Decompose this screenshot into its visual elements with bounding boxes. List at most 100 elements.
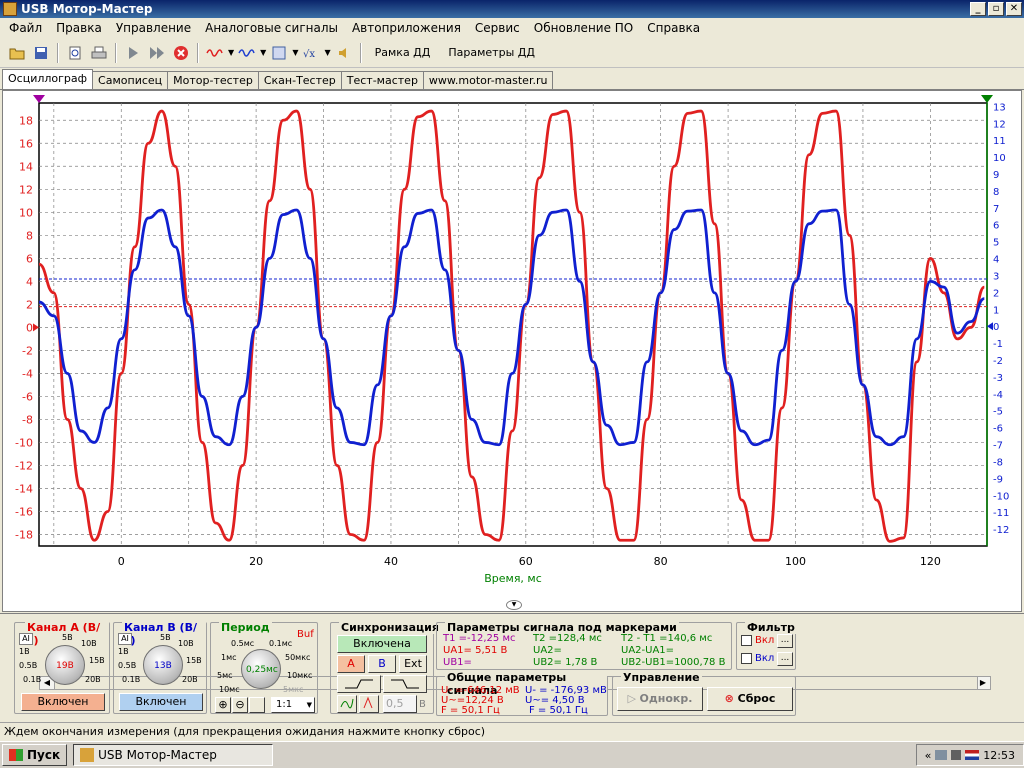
menu-analog[interactable]: Аналоговые сигналы [198,21,345,35]
taskbar-app-item[interactable]: USB Мотор-Мастер [73,744,274,766]
knob-a-tick: 10В [81,639,97,648]
knob-b-tick: 15В [186,656,202,665]
oscilloscope-chart: 181614121086420-2-4-6-8-10-12-14-16-1813… [15,95,1009,585]
sound-icon[interactable] [333,42,355,64]
b-freq-value: F = 50,1 Гц [529,705,588,716]
network-icon[interactable] [935,750,948,760]
windows-logo-icon [9,749,23,761]
oscilloscope-view: 18 16 14 12 10 8 6 4 2 0 -2 -4 -6 -8 -10 -12 -14 -16 -18 13… [2,90,1022,690]
tray-expand-icon[interactable]: « [925,749,932,762]
ua2-value: UA2= [533,645,562,656]
single-shot-button[interactable]: ▷ Однокр. [617,687,703,711]
reset-button[interactable]: ⊗ Сброс [707,687,793,711]
period-tick: 5мс [217,671,233,680]
right-tick-label: 10 [993,153,1006,164]
reset-icon: ⊗ [724,692,738,705]
start-button[interactable]: Пуск [2,744,68,766]
channel-b-enable-button[interactable]: Включен [119,693,203,711]
menu-update[interactable]: Обновление ПО [527,21,640,35]
left-tick-label: 18 [19,114,33,127]
tab-scan-tester[interactable]: Скан-Тестер [257,71,342,89]
period-tick: 0.1мс [269,639,293,648]
period-value: 0,25мс [246,665,278,675]
tab-recorder[interactable]: Самописец [92,71,169,89]
left-tick-label: -18 [15,528,33,541]
filter-title: Фильтр [745,621,797,634]
t1-value: T1 =-12,25 мс [443,633,516,644]
right-tick-label: -5 [993,407,1003,418]
params-dd-button[interactable]: Параметры ДД [440,46,543,59]
zoom-in-icon[interactable]: ⊕ [215,697,231,713]
sync-enable-button[interactable]: Включена [337,635,427,653]
menu-control[interactable]: Управление [109,21,198,35]
play-icon[interactable] [122,42,144,64]
sync-title: Синхронизация [339,621,441,634]
left-tick-label: 16 [19,137,33,150]
control-panel: Канал А (В/э) AI 5В 10В 15В 20В 0.5В 1В … [0,613,1024,721]
right-tick-label: 1 [993,305,999,316]
sync-mode-2-icon[interactable] [359,695,379,713]
left-tick-label: 8 [26,229,33,242]
right-tick-label: -1 [993,339,1003,350]
period-tick: 0.5мс [231,639,255,648]
control-group: Управление ▷ Однокр. ⊗ Сброс [612,671,796,716]
tab-motor-tester[interactable]: Мотор-тестер [167,71,259,89]
menu-help[interactable]: Справка [640,21,707,35]
x-tick-label: 80 [654,555,668,568]
sync-source-b-button[interactable]: B [368,655,396,673]
signal-b-icon[interactable] [236,42,258,64]
sync-level-input[interactable]: 0,5 [383,695,417,713]
flag-icon[interactable] [965,750,980,760]
filter-b-settings-button[interactable]: ... [777,652,793,666]
channel-a-ai-button[interactable]: AI [19,633,33,645]
zero-marker-b-icon [987,322,993,331]
minimize-button[interactable]: _ [970,2,986,16]
channel-b-ai-button[interactable]: AI [118,633,132,645]
falling-edge-icon[interactable] [383,675,427,693]
fast-forward-icon[interactable] [146,42,168,64]
sync-source-a-button[interactable]: A [337,655,365,673]
filter-a-settings-button[interactable]: ... [777,634,793,648]
frame-dd-button[interactable]: Рамка ДД [367,46,439,59]
channel-a-enable-button[interactable]: Включен [21,693,105,711]
print-icon[interactable] [88,42,110,64]
period-tick: 10мс [219,685,240,694]
menu-autoapps[interactable]: Автоприложения [345,21,468,35]
print-preview-icon[interactable] [64,42,86,64]
volume-icon[interactable] [951,750,962,760]
right-tick-label: -4 [993,390,1003,401]
zoom-out-icon[interactable]: ⊖ [232,697,248,713]
left-tick-label: 2 [26,298,33,311]
filter-b-checkbox[interactable] [741,653,752,664]
knob-a-tick: 1В [19,647,30,656]
menu-file[interactable]: Файл [2,21,49,35]
tab-test-master[interactable]: Тест-мастер [340,71,424,89]
marker-t2-icon [981,95,993,103]
right-tick-label: -8 [993,457,1003,468]
sync-source-ext-button[interactable]: Ext [399,655,427,673]
knob-a-tick: 5В [62,633,73,642]
x-tick-label: 20 [249,555,263,568]
right-tick-label: -6 [993,424,1003,435]
open-folder-icon[interactable] [6,42,28,64]
save-icon[interactable] [30,42,52,64]
page-icon[interactable] [249,697,265,713]
menu-service[interactable]: Сервис [468,21,527,35]
tab-website[interactable]: www.motor-master.ru [422,71,554,89]
knob-a-tick: 15В [89,656,105,665]
plot-area [38,102,988,547]
math-function-icon[interactable]: √x [300,42,322,64]
menu-edit[interactable]: Правка [49,21,109,35]
zoom-ratio-select[interactable]: 1:1 ▼ [271,697,315,713]
rising-edge-icon[interactable] [337,675,381,693]
sync-mode-icon[interactable] [337,695,357,713]
dua-value: UA2-UA1= [621,645,675,656]
close-button[interactable]: ✕ [1006,2,1022,16]
calculator-icon[interactable] [268,42,290,64]
maximize-button[interactable]: ▫ [988,2,1004,16]
signal-a-icon[interactable] [204,42,226,64]
filter-a-checkbox[interactable] [741,635,752,646]
tab-oscilloscope[interactable]: Осциллограф [2,69,94,89]
collapse-panel-icon[interactable]: ▼ [506,600,522,610]
stop-icon[interactable] [170,42,192,64]
